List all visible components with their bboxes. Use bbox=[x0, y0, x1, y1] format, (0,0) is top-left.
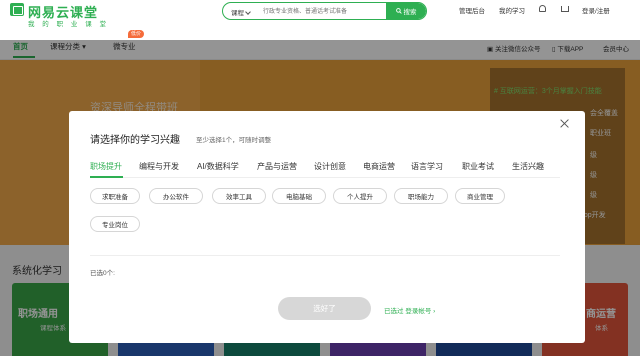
logo-subtitle: 我 的 职 业 课 堂 bbox=[28, 21, 110, 28]
modal-divider bbox=[90, 255, 560, 256]
tab-product-operations[interactable]: 产品与运营 bbox=[257, 161, 297, 172]
admin-link[interactable]: 管理后台 bbox=[459, 5, 485, 15]
interest-chip[interactable]: 个人提升 bbox=[333, 188, 387, 204]
logo-icon bbox=[10, 3, 24, 16]
modal-hint: 至少选择1个，可随时调整 bbox=[196, 137, 272, 144]
chevron-down-icon bbox=[245, 9, 251, 15]
search-input[interactable] bbox=[263, 6, 383, 17]
tab-design[interactable]: 设计创意 bbox=[314, 161, 346, 172]
interest-chip[interactable]: 效率工具 bbox=[212, 188, 266, 204]
interest-chip[interactable]: 电脑基础 bbox=[272, 188, 326, 204]
tab-career-advancement[interactable]: 职场提升 bbox=[90, 161, 122, 172]
tab-lifestyle[interactable]: 生活兴趣 bbox=[512, 161, 544, 172]
tabs-divider bbox=[90, 177, 560, 178]
bell-icon[interactable] bbox=[539, 5, 546, 12]
hot-badge: 低价 bbox=[128, 30, 145, 38]
search-category-select[interactable]: 课程 bbox=[231, 7, 251, 17]
chevron-right-icon: › bbox=[433, 308, 436, 315]
search-button[interactable]: 搜索 bbox=[386, 3, 426, 19]
interest-chip[interactable]: 专业岗位 bbox=[90, 216, 140, 232]
cart-icon[interactable] bbox=[561, 6, 569, 12]
tab-language[interactable]: 语言学习 bbox=[411, 161, 443, 172]
login-register-link[interactable]: 登录/注册 bbox=[582, 5, 610, 15]
interest-chip[interactable]: 商业管理 bbox=[455, 188, 505, 204]
login-account-link[interactable]: 登录帐号 bbox=[405, 308, 431, 315]
search-box: 课程 搜索 bbox=[222, 2, 427, 20]
my-learning-link[interactable]: 我的学习 bbox=[499, 5, 525, 15]
login-hint: 已选过 登录帐号 › bbox=[384, 308, 436, 315]
interest-chip[interactable]: 职场能力 bbox=[394, 188, 448, 204]
interest-chip[interactable]: 求职准备 bbox=[90, 188, 140, 204]
done-button[interactable]: 选好了 bbox=[278, 297, 371, 320]
tab-exams[interactable]: 职业考试 bbox=[462, 161, 494, 172]
tab-ai-data[interactable]: AI/数据科学 bbox=[197, 161, 239, 172]
active-tab-indicator bbox=[90, 176, 123, 178]
modal-title: 请选择你的学习兴趣 bbox=[90, 135, 180, 146]
tab-programming[interactable]: 编程与开发 bbox=[139, 161, 179, 172]
search-icon bbox=[395, 8, 402, 14]
close-icon[interactable] bbox=[559, 118, 571, 130]
selected-count: 已选0个: bbox=[90, 270, 115, 277]
interest-chip[interactable]: 办公软件 bbox=[149, 188, 203, 204]
tab-ecommerce[interactable]: 电商运营 bbox=[363, 161, 395, 172]
